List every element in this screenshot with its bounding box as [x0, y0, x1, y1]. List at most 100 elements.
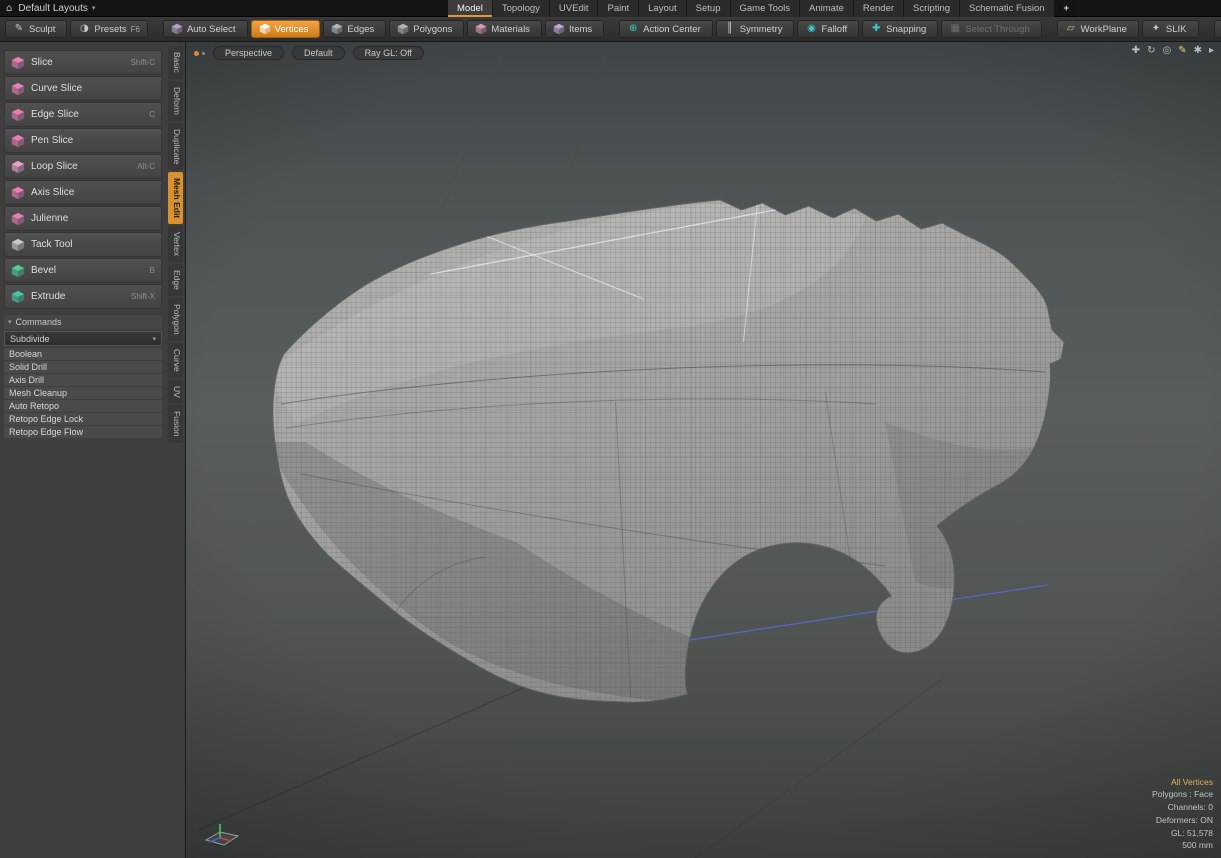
tool-item[interactable]: Slice Shift-C [4, 50, 162, 75]
toolbar-button[interactable]: ◉ Falloff [797, 20, 859, 38]
commands-header-label: Commands [16, 317, 62, 327]
toolbar-button[interactable]: ◑ Presets F6 [70, 20, 148, 38]
polygons-cube-icon [397, 23, 409, 35]
tool-item-shortcut: Shift-C [131, 58, 155, 67]
app-home-icon[interactable]: ⌂ [6, 3, 12, 14]
category-tab-label: Fusion [172, 411, 182, 437]
tool-item-label: Loop Slice [31, 161, 78, 172]
tool-item[interactable]: Axis Slice [4, 180, 162, 205]
draw-icon[interactable]: ✎ [1178, 45, 1186, 56]
category-tab[interactable]: Deform [168, 81, 183, 121]
toolbar-button-label: Snapping [886, 24, 926, 35]
snapping-icon: ✚ [870, 23, 882, 35]
command-item[interactable]: Retopo Edge Lock [4, 413, 162, 425]
viewport-control-button[interactable]: Default [292, 46, 345, 60]
command-item[interactable]: Mesh Cleanup [4, 387, 162, 399]
category-tab[interactable]: Polygon [168, 298, 183, 341]
tool-cube-icon [11, 238, 25, 252]
layout-tab[interactable]: Layout [639, 0, 687, 17]
toolbar-button-label: Action Center [643, 24, 701, 35]
command-item-label: Mesh Cleanup [9, 388, 67, 398]
viewport-controls: Perspective Default Ray GL: Off [194, 46, 424, 60]
category-tab-label: Deform [172, 87, 182, 115]
layout-tab-label: Render [863, 3, 894, 14]
layout-tab[interactable]: Render [854, 0, 904, 17]
layout-tab[interactable]: + [1055, 0, 1080, 17]
category-tab[interactable]: Mesh Edit [168, 172, 183, 224]
command-item[interactable]: Axis Drill [4, 374, 162, 386]
category-tab[interactable]: Fusion [168, 405, 183, 443]
category-tab[interactable]: Vertex [168, 226, 183, 262]
toolbar-button-label: Sculpt [29, 24, 55, 35]
tool-item[interactable]: Julienne [4, 206, 162, 231]
layout-tab[interactable]: Animate [800, 0, 854, 17]
layout-tab-label: Game Tools [740, 3, 791, 14]
viewport-menu-icon[interactable] [194, 51, 199, 56]
tool-item[interactable]: Edge Slice C [4, 102, 162, 127]
toolbar-button[interactable]: ▱ WorkPlane [1057, 20, 1139, 38]
category-tab[interactable]: Curve [168, 343, 183, 378]
toolbar-button[interactable]: ✎ Sculpt [5, 20, 67, 38]
toolbar-button[interactable]: ⊕ Action Center [619, 20, 713, 38]
toolbar-button[interactable]: Materials [467, 20, 542, 38]
tool-item[interactable]: Curve Slice [4, 76, 162, 101]
tool-item-shortcut: C [149, 110, 155, 119]
tool-item[interactable]: Pen Slice [4, 128, 162, 153]
toolbar-button[interactable]: ◓ Dash Export [1214, 20, 1221, 38]
tool-item[interactable]: Bevel B [4, 258, 162, 283]
tool-item[interactable]: Loop Slice Alt-C [4, 154, 162, 179]
tool-cube-icon [11, 134, 25, 148]
layout-tab-label: Schematic Fusion [969, 3, 1045, 14]
orbit-icon[interactable]: ↻ [1147, 45, 1155, 56]
category-tab[interactable]: Basic [168, 46, 183, 79]
layout-tab[interactable]: UVEdit [550, 0, 599, 17]
viewport-info-line: Polygons : Face [1152, 788, 1213, 801]
tool-item[interactable]: Extrude Shift-X [4, 284, 162, 309]
layout-tab[interactable]: Setup [687, 0, 731, 17]
viewport-control-button[interactable]: Perspective [213, 46, 284, 60]
toolbar-button[interactable]: Edges [323, 20, 386, 38]
layout-tab-label: Setup [696, 3, 721, 14]
action-center-icon: ⊕ [627, 23, 639, 35]
toolbar-button[interactable]: ║ Symmetry [716, 20, 795, 38]
subdivide-label: Subdivide [10, 334, 50, 344]
workplane-icon: ▱ [1065, 23, 1077, 35]
command-item[interactable]: Boolean [4, 348, 162, 360]
toolbar-button[interactable]: Items [545, 20, 604, 38]
workplane-axis-gizmo [200, 820, 244, 850]
tool-item-shortcut: B [150, 266, 155, 275]
category-tab[interactable]: Edge [168, 264, 183, 296]
viewport-control-button[interactable]: Ray GL: Off [353, 46, 424, 60]
settings-icon[interactable]: ✱ [1194, 45, 1202, 56]
pan-icon[interactable]: ✚ [1132, 45, 1140, 56]
category-tab[interactable]: Duplicate [168, 123, 183, 170]
viewport-3d[interactable]: Perspective Default Ray GL: Off ✚ [185, 42, 1221, 858]
layout-selector[interactable]: Default Layouts ▾ [18, 3, 95, 14]
layout-tab[interactable]: Scripting [904, 0, 960, 17]
tool-list: Slice Shift-C Curve Slice Edge Slice C [0, 50, 185, 309]
layout-tab[interactable]: Game Tools [731, 0, 801, 17]
toolbar-button-label: Auto Select [187, 24, 236, 35]
toolbar-button[interactable]: Auto Select [163, 20, 248, 38]
toolbar-button[interactable]: ▦ Select Through [941, 20, 1041, 38]
subdivide-dropdown[interactable]: Subdivide ▾ [4, 331, 162, 346]
toolbar-button[interactable]: Polygons [389, 20, 464, 38]
layout-tab[interactable]: Schematic Fusion [960, 0, 1055, 17]
category-tab-label: Duplicate [172, 129, 182, 164]
toolbar-button[interactable]: Vertices [251, 20, 321, 38]
command-item[interactable]: Auto Retopo [4, 400, 162, 412]
zoom-icon[interactable]: ◎ [1162, 45, 1171, 56]
toolbar-button[interactable]: ✦ SLIK [1142, 20, 1199, 38]
category-tab[interactable]: UV [168, 380, 183, 404]
commands-header[interactable]: ▾ Commands [4, 315, 162, 329]
layout-tab[interactable]: Paint [598, 0, 639, 17]
viewport-info: All Vertices Polygons : Face Channels: 0… [1152, 776, 1213, 853]
command-item[interactable]: Retopo Edge Flow [4, 426, 162, 438]
layout-tab[interactable]: Topology [493, 0, 550, 17]
tool-item-shortcut: Shift-X [131, 292, 155, 301]
layout-tab[interactable]: Model [448, 0, 493, 17]
more-icon[interactable]: ▸ [1209, 45, 1214, 56]
command-item[interactable]: Solid Drill [4, 361, 162, 373]
toolbar-button[interactable]: ✚ Snapping [862, 20, 938, 38]
tool-item[interactable]: Tack Tool [4, 232, 162, 257]
